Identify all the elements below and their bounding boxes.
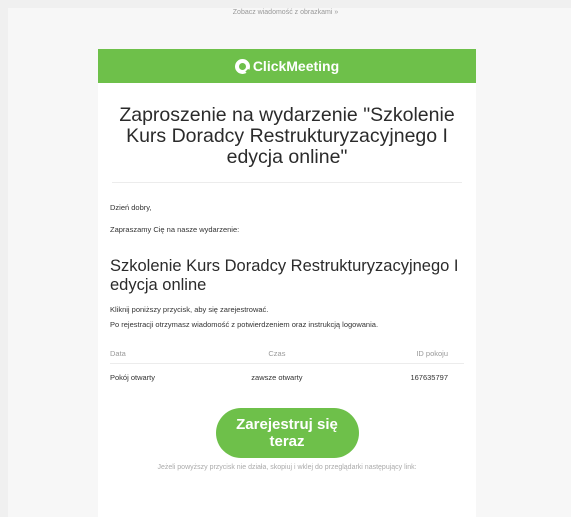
header-date: Data xyxy=(110,349,217,364)
table-header-row: Data Czas ID pokoju xyxy=(110,349,464,364)
confirmation-instruction: Po rejestracji otrzymasz wiadomość z pot… xyxy=(110,320,379,329)
table-row: Pokój otwarty zawsze otwarty 167635797 xyxy=(110,364,464,382)
event-details-table: Data Czas ID pokoju Pokój otwarty zawsze… xyxy=(110,349,464,382)
cell-room-id: 167635797 xyxy=(410,373,448,382)
divider xyxy=(112,182,462,183)
register-button[interactable]: Zarejestruj się teraz xyxy=(215,408,359,458)
header-time: Czas xyxy=(216,349,338,364)
brand-logo-group: ClickMeeting xyxy=(234,58,340,74)
cell-date: Pokój otwarty xyxy=(110,373,156,382)
header-room-id: ID pokoju xyxy=(337,349,464,364)
clickmeeting-logo-icon xyxy=(234,58,250,74)
fallback-link-note: Jeżeli powyższy przycisk nie działa, sko… xyxy=(157,464,417,471)
invitation-title: Zaproszenie na wydarzenie "Szkolenie Kur… xyxy=(119,104,455,168)
event-title: Szkolenie Kurs Doradcy Restrukturyzacyjn… xyxy=(110,257,459,294)
register-instruction: Kliknij poniższy przycisk, aby się zarej… xyxy=(110,305,269,314)
greeting-text: Dzień dobry, xyxy=(110,203,152,212)
brand-name: ClickMeeting xyxy=(252,58,340,74)
cell-time: zawsze otwarty xyxy=(251,373,303,382)
view-with-images-link[interactable]: Zobacz wiadomość z obrazkami » xyxy=(0,9,571,16)
invite-text: Zapraszamy Cię na nasze wydarzenie: xyxy=(110,225,240,234)
email-card: ClickMeeting Zaproszenie na wydarzenie "… xyxy=(98,49,476,517)
brand-header: ClickMeeting xyxy=(98,49,476,83)
